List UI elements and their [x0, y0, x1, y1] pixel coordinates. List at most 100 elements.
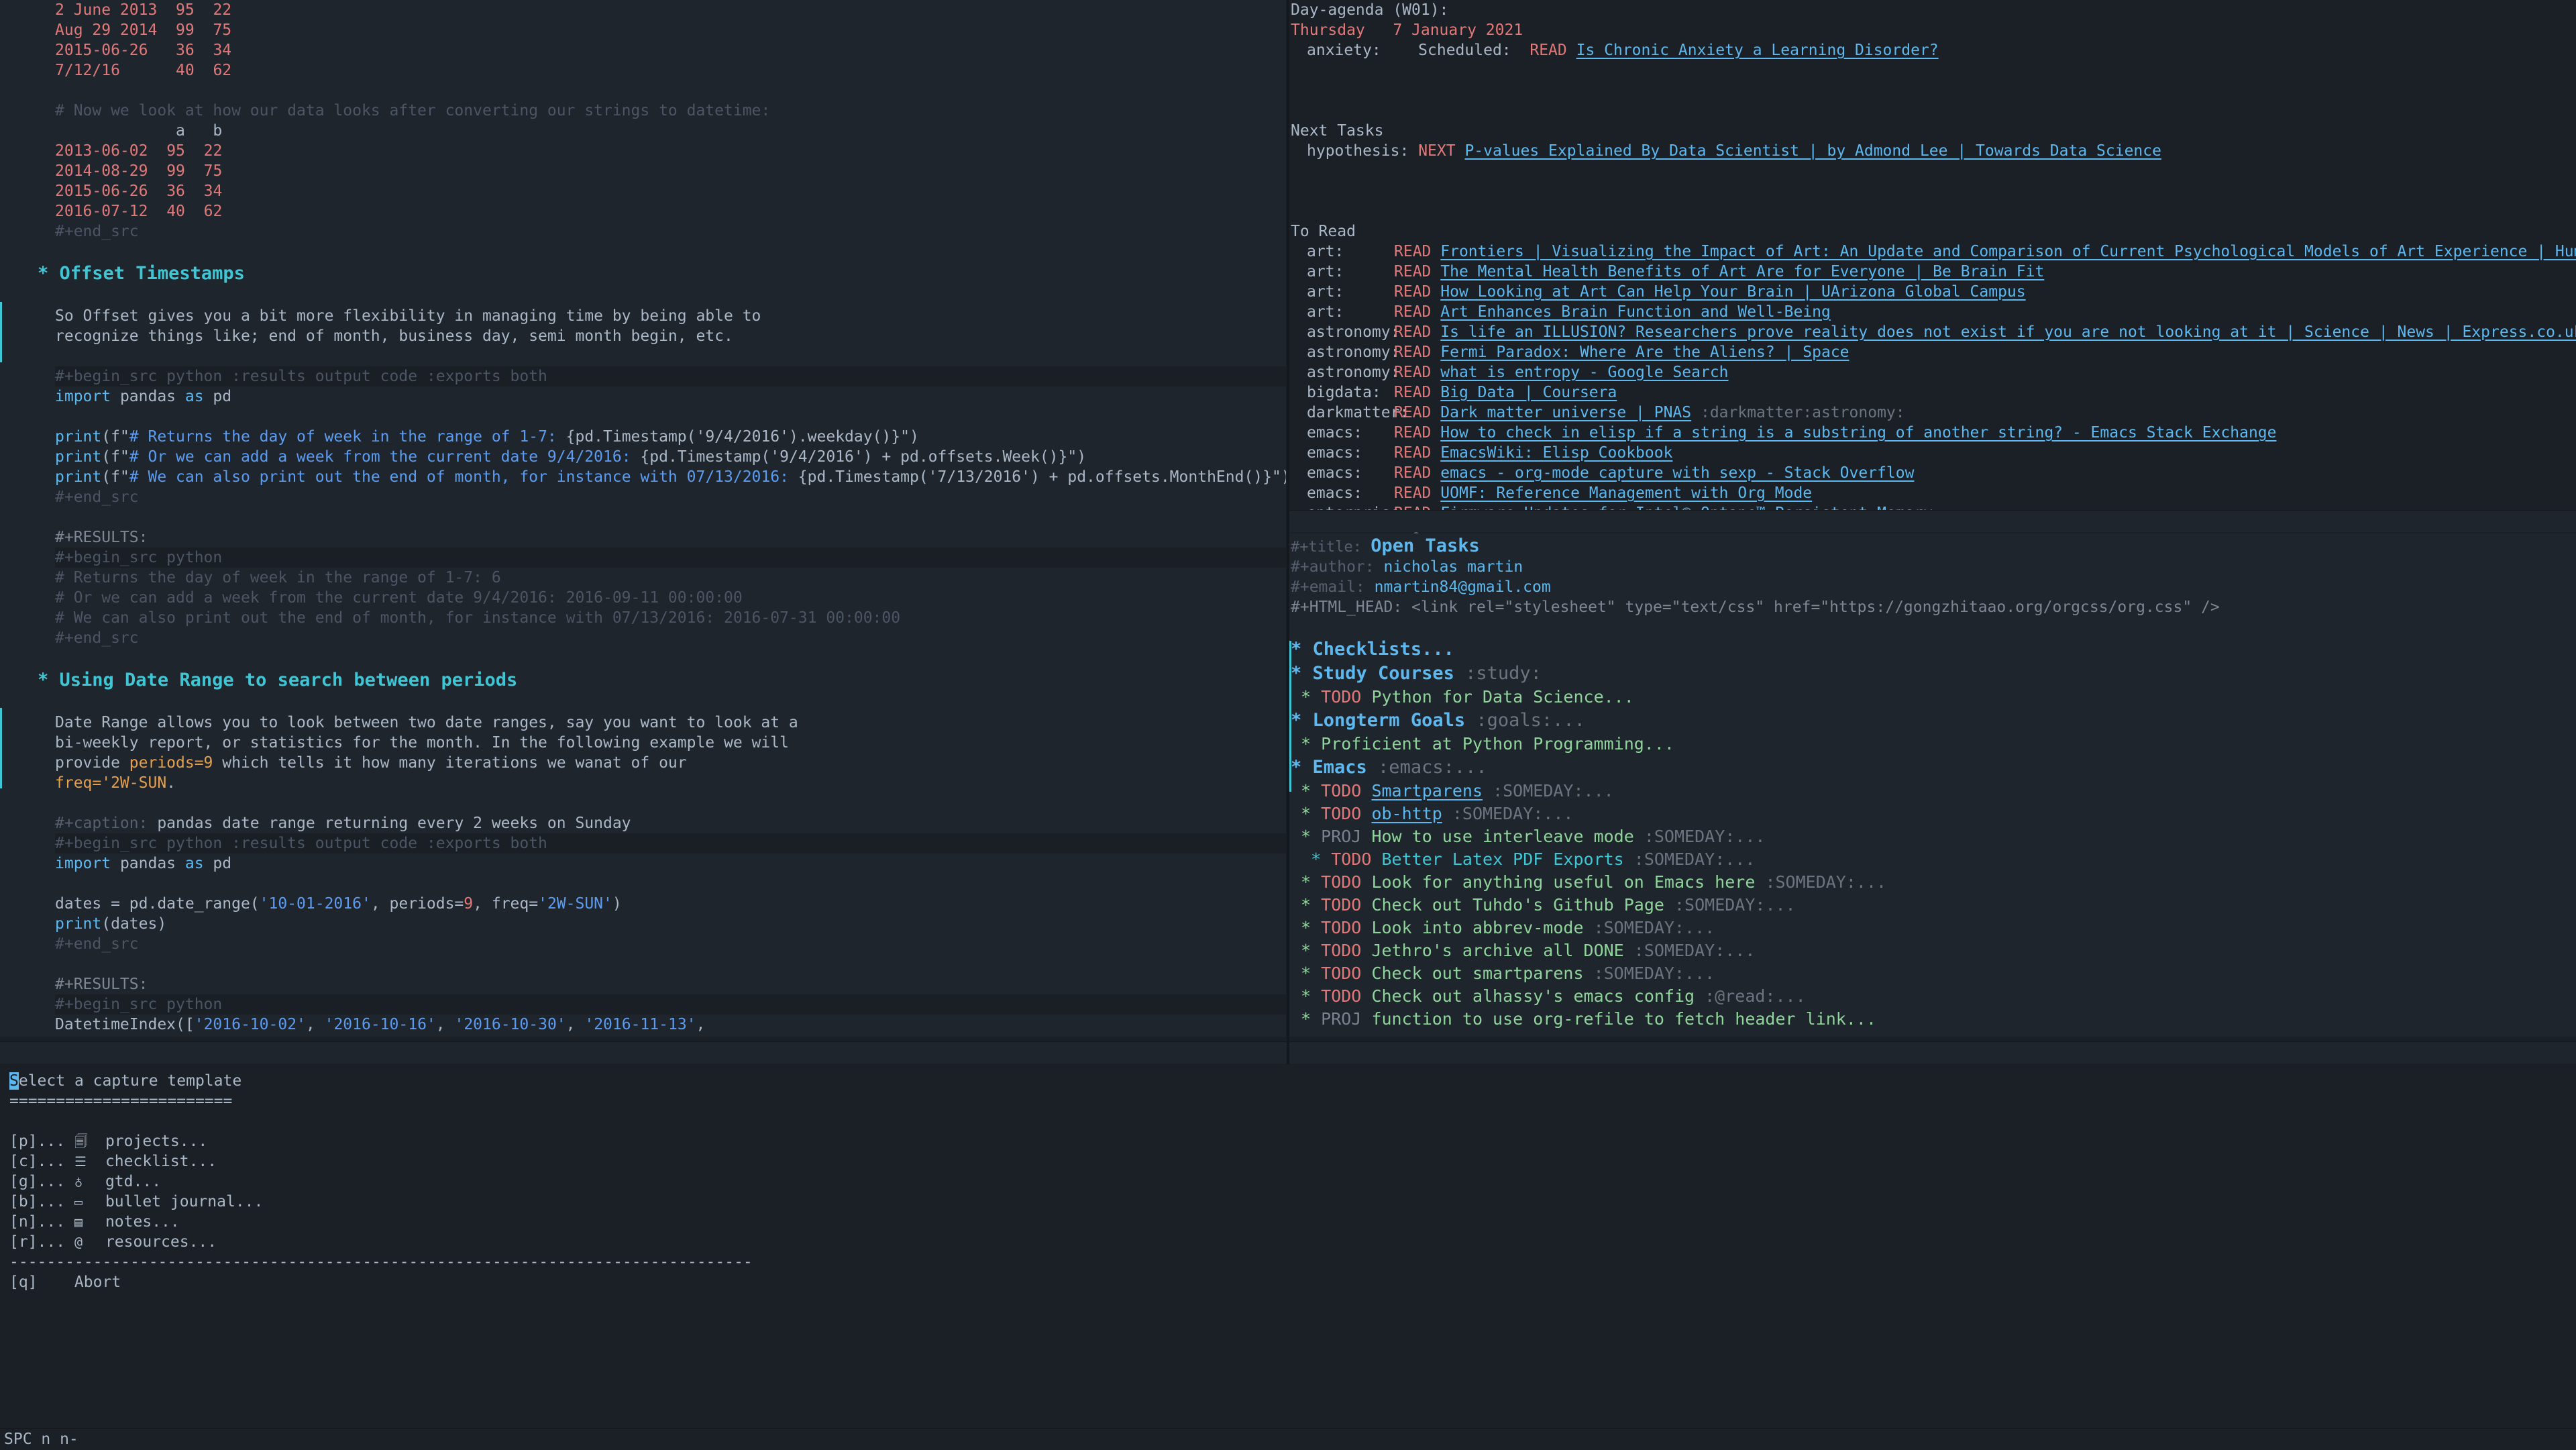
todo-keyword: READ — [1394, 303, 1432, 321]
outline-heading[interactable]: * Longterm Goals :goals:... — [1291, 709, 2576, 733]
capture-key: [n]... — [9, 1213, 66, 1231]
outline-heading[interactable]: * TODO Check out smartparens :SOMEDAY:..… — [1291, 962, 2576, 985]
agenda-item-link[interactable]: Fermi Paradox: Where Are the Aliens? | S… — [1440, 344, 1849, 361]
outline-heading[interactable]: * Proficient at Python Programming... — [1291, 733, 2576, 756]
outline-heading[interactable]: * TODO Smartparens :SOMEDAY:... — [1291, 780, 2576, 802]
outline-heading[interactable]: * Checklists... — [1291, 637, 2576, 662]
row-date: 7/12/16 — [55, 62, 120, 79]
heading-star: * — [1291, 1009, 1322, 1029]
agenda-read-item[interactable]: enterprise:READ Firmware Updates for Int… — [1291, 503, 2576, 510]
tasks-org-buffer[interactable]: #+title: Open Tasks #+author: nicholas m… — [1289, 533, 2576, 1037]
agenda-read-item[interactable]: astronomy:READ Fermi Paradox: Where Are … — [1291, 342, 2576, 362]
agenda-category: emacs: — [1307, 484, 1363, 502]
agenda-item-link[interactable]: Frontiers | Visualizing the Impact of Ar… — [1440, 243, 2576, 260]
python-notes-buffer[interactable]: 2 June 2013 95 22 Aug 29 2014 99 75 2015-0… — [0, 0, 1286, 1037]
capture-template-selector[interactable]: Select a capture template ==============… — [0, 1064, 2576, 1427]
outline-heading[interactable]: * TODO ob-http :SOMEDAY:... — [1291, 802, 2576, 825]
agenda-read-item[interactable]: art: READ The Mental Health Benefits of A… — [1291, 262, 2576, 282]
minibuffer[interactable]: SPC n n- — [0, 1428, 2576, 1450]
capture-option-notes[interactable]: [n]... ▤ notes... — [9, 1212, 2576, 1232]
outline-heading[interactable]: * Emacs :emacs:... — [1291, 756, 2576, 780]
heading-date-range[interactable]: * Using Date Range to search between per… — [38, 668, 1286, 692]
org-tags: :study: — [1454, 663, 1542, 684]
agenda-read-item[interactable]: emacs: READ How to check in elisp if a st… — [1291, 423, 2576, 443]
capture-option-gtd[interactable]: [g]... ♁ gtd... — [9, 1172, 2576, 1192]
expression: {pd.Timestamp('9/4/2016').weekday()} — [566, 428, 901, 446]
gtd-flame-icon: ♁ — [74, 1174, 83, 1190]
heading-title[interactable]: ob-http — [1371, 804, 1442, 823]
text-cursor: S — [9, 1072, 19, 1090]
agenda-item-link[interactable]: Dark matter universe | PNAS — [1440, 404, 1691, 421]
agenda-item-link[interactable]: How Looking at Art Can Help Your Brain |… — [1440, 283, 2025, 301]
capture-option-checklist[interactable]: [c]... ☰ checklist... — [9, 1151, 2576, 1172]
outline-heading[interactable]: * TODO Python for Data Science... — [1291, 686, 2576, 709]
text-span — [120, 62, 176, 79]
blank-line — [55, 648, 1286, 668]
checklist-icon: ☰ — [74, 1153, 87, 1170]
agenda-read-item[interactable]: bigdata: READ Big Data | Coursera — [1291, 382, 2576, 403]
text-span: provide — [55, 754, 129, 772]
outline-heading[interactable]: * Study Courses :study: — [1291, 662, 2576, 686]
agenda-item-link[interactable]: How to check in elisp if a string is a s… — [1440, 424, 2276, 442]
capture-option-abort[interactable]: [q] Abort — [9, 1272, 2576, 1292]
row-date: 2016-07-12 — [55, 203, 148, 220]
capture-option-bullet-journal[interactable]: [b]... ▭ bullet journal... — [9, 1192, 2576, 1212]
agenda-read-item[interactable]: emacs: READ emacs - org-mode capture with… — [1291, 463, 2576, 483]
capture-key: [r]... — [9, 1233, 66, 1251]
code-line: print(f"# Or we can add a week from the … — [55, 447, 1286, 467]
heading-title: Better Latex PDF Exports — [1381, 849, 1624, 869]
agenda-read-item[interactable]: emacs: READ UOMF: Reference Management wi… — [1291, 483, 2576, 503]
projects-icon: 🗐 — [74, 1133, 88, 1149]
outline-heading[interactable]: * TODO Look into abbrev-mode :SOMEDAY:..… — [1291, 917, 2576, 939]
agenda-item-link[interactable]: EmacsWiki: Elisp Cookbook — [1440, 444, 1672, 462]
agenda-read-item[interactable]: astronomy:READ what is entropy - Google … — [1291, 362, 2576, 382]
row-date: 2015-06-26 — [55, 183, 148, 200]
agenda-item-link[interactable]: what is entropy - Google Search — [1440, 364, 1728, 381]
todo-keyword: READ — [1394, 404, 1432, 421]
agenda-read-item[interactable]: art: READ How Looking at Art Can Help You… — [1291, 282, 2576, 302]
agenda-read-item[interactable]: astronomy:READ Is life an ILLUSION? Rese… — [1291, 322, 2576, 342]
outline-heading[interactable]: * PROJ function to use org-refile to fet… — [1291, 1008, 2576, 1031]
col-a: 99 — [166, 162, 185, 180]
outline-heading[interactable]: * PROJ How to use interleave mode :SOMED… — [1291, 825, 2576, 848]
agenda-item-link[interactable]: Is life an ILLUSION? Researchers prove r… — [1440, 323, 2576, 341]
agenda-read-item[interactable]: emacs: READ EmacsWiki: Elisp Cookbook — [1291, 443, 2576, 463]
outline-heading[interactable]: * TODO Better Latex PDF Exports :SOMEDAY… — [1291, 848, 2576, 871]
blank-line — [55, 346, 1286, 366]
capture-option-projects[interactable]: [p]... 🗐 projects... — [9, 1131, 2576, 1151]
agenda-read-item[interactable]: art: READ Frontiers | Visualizing the Imp… — [1291, 242, 2576, 262]
text-span — [65, 1173, 74, 1190]
agenda-read-item[interactable]: darkmatter:READ Dark matter universe | P… — [1291, 403, 2576, 423]
text-span — [1361, 827, 1371, 846]
outline-heading[interactable]: * TODO Check out alhassy's emacs config … — [1291, 985, 2576, 1008]
outline-heading[interactable]: * TODO Look for anything useful on Emacs… — [1291, 871, 2576, 894]
agenda-item-link[interactable]: Art Enhances Brain Function and Well-Bei… — [1440, 303, 1831, 321]
agenda-item-link[interactable]: Is Chronic Anxiety a Learning Disorder? — [1576, 42, 1939, 59]
text-span — [1431, 263, 1440, 280]
text-span — [195, 21, 213, 39]
capture-option-resources[interactable]: [r]... @ resources... — [9, 1232, 2576, 1252]
agenda-modeline: 6.1k *Org Agenda* 1:0 Top UTF-8 Org-Agen… — [1289, 510, 2576, 551]
outline-heading[interactable]: * TODO Jethro's archive all DONE :SOMEDA… — [1291, 939, 2576, 962]
org-agenda-buffer[interactable]: Day-agenda (W01): Thursday 7 January 202… — [1289, 0, 2576, 510]
string: # Returns the day of week in the range o… — [129, 428, 566, 446]
heading-offset-timestamps[interactable]: * Offset Timestamps — [38, 262, 1286, 286]
keyword: import — [55, 855, 111, 872]
heading-star: * — [1291, 639, 1313, 660]
agenda-item-link[interactable]: The Mental Health Benefits of Art Are fo… — [1440, 263, 2044, 280]
heading-title[interactable]: Smartparens — [1371, 781, 1483, 800]
agenda-item-link[interactable]: UOMF: Reference Management with Org Mode — [1440, 484, 1812, 502]
text-span — [1431, 303, 1440, 321]
agenda-item-link[interactable]: P-values Explained By Data Scientist | b… — [1464, 142, 2161, 160]
paragraph-line: freq='2W-SUN. — [55, 773, 1286, 793]
agenda-item-link[interactable]: Firmware Updates for Intel® Optane™ Pers… — [1440, 505, 1933, 510]
agenda-item-link[interactable]: emacs - org-mode capture with sexp - Sta… — [1440, 464, 1914, 482]
outline-heading[interactable]: * TODO Check out Tuhdo's Github Page :SO… — [1291, 894, 2576, 917]
text-span — [148, 42, 176, 59]
string: '10-01-2016' — [259, 895, 371, 913]
code-comment: # Now we look at how our data looks afte… — [55, 101, 1286, 121]
agenda-scheduled-item[interactable]: anxiety: Scheduled: READ Is Chronic Anxi… — [1291, 40, 2576, 60]
agenda-next-item[interactable]: hypothesis: NEXT P-values Explained By D… — [1291, 141, 2576, 161]
agenda-read-item[interactable]: art: READ Art Enhances Brain Function and… — [1291, 302, 2576, 322]
agenda-item-link[interactable]: Big Data | Coursera — [1440, 384, 1617, 401]
